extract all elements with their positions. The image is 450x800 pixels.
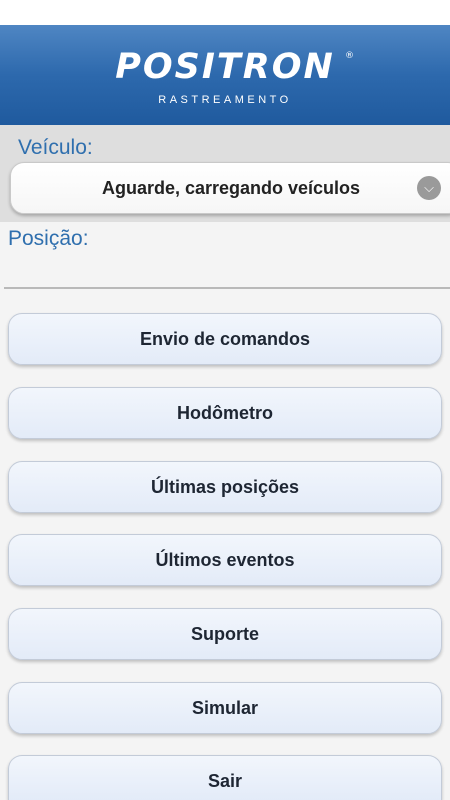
chevron-down-icon[interactable]: ⌵: [417, 176, 441, 200]
support-button[interactable]: Suporte: [8, 608, 442, 660]
last-events-button[interactable]: Últimos eventos: [8, 534, 442, 586]
position-label: Posição:: [8, 227, 89, 250]
odometer-button[interactable]: Hodômetro: [8, 387, 442, 439]
last-positions-button[interactable]: Últimas posições: [8, 461, 442, 513]
exit-button[interactable]: Sair: [8, 755, 442, 800]
vehicle-label: Veículo:: [18, 136, 93, 159]
send-commands-button[interactable]: Envio de comandos: [8, 313, 442, 365]
brand-logo: POSITRON: [115, 47, 335, 87]
vehicle-select-value: Aguarde, carregando veículos: [101, 178, 361, 198]
vehicle-select[interactable]: Aguarde, carregando veículos ⌵: [10, 162, 450, 214]
status-bar: [0, 0, 450, 25]
vehicle-panel: Veículo: Aguarde, carregando veículos ⌵: [0, 125, 450, 222]
app-header: POSITRON ® RASTREAMENTO: [0, 25, 450, 125]
brand-subtitle: RASTREAMENTO: [158, 94, 292, 106]
divider: [4, 287, 450, 289]
registered-mark: ®: [345, 51, 354, 61]
simulate-button[interactable]: Simular: [8, 682, 442, 734]
